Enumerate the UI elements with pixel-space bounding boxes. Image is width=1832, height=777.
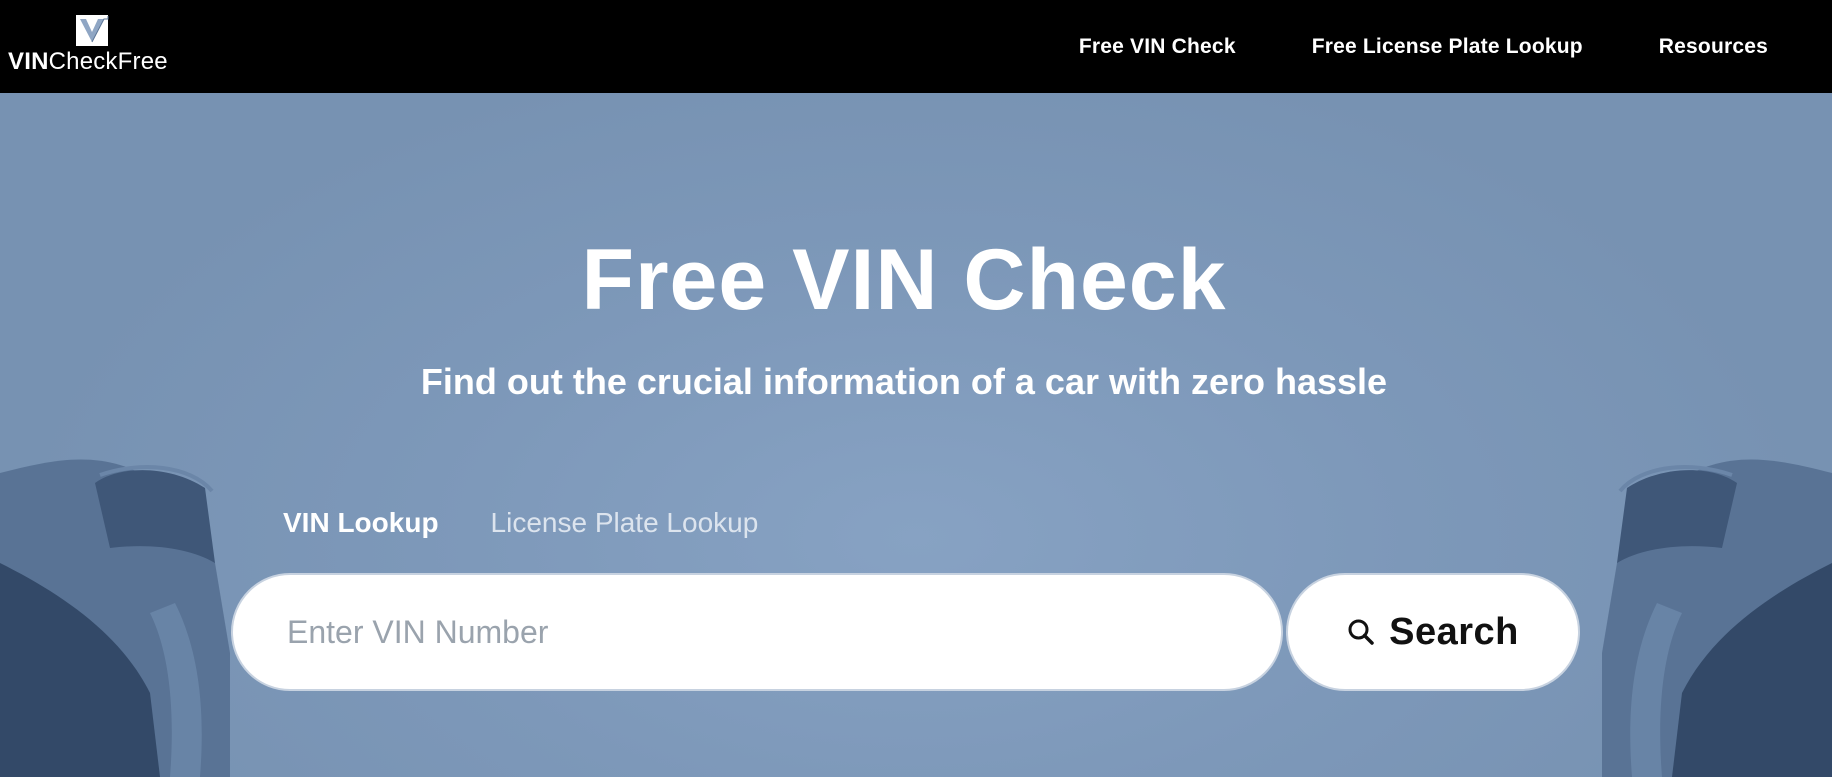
- vin-search-input[interactable]: [231, 573, 1283, 691]
- car-left-decoration-icon: [0, 459, 230, 777]
- page: VINCheckFree Free VIN Check Free License…: [0, 0, 1832, 777]
- search-button-label: Search: [1389, 610, 1519, 653]
- lookup-tabs: VIN Lookup License Plate Lookup: [283, 507, 758, 539]
- tab-vin-lookup[interactable]: VIN Lookup: [283, 507, 439, 539]
- logo-text: VINCheckFree: [8, 48, 168, 76]
- logo-text-bold: VIN: [8, 48, 49, 75]
- page-title: Free VIN Check: [581, 232, 1227, 328]
- nav-free-license-plate-lookup[interactable]: Free License Plate Lookup: [1312, 35, 1583, 59]
- site-header: VINCheckFree Free VIN Check Free License…: [0, 0, 1832, 93]
- search-button[interactable]: Search: [1286, 573, 1580, 691]
- main-nav: Free VIN Check Free License Plate Lookup…: [1079, 0, 1768, 93]
- logo-text-regular: CheckFree: [48, 48, 168, 75]
- checkmark-logo-icon: [76, 15, 109, 46]
- page-subtitle: Find out the crucial information of a ca…: [420, 361, 1388, 402]
- nav-free-vin-check[interactable]: Free VIN Check: [1079, 35, 1236, 59]
- search-icon: [1348, 619, 1374, 645]
- nav-resources[interactable]: Resources: [1659, 35, 1768, 59]
- logo[interactable]: VINCheckFree: [8, 14, 178, 78]
- hero-section: Free VIN Check Find out the crucial info…: [0, 93, 1832, 777]
- tab-license-plate-lookup[interactable]: License Plate Lookup: [491, 507, 759, 539]
- car-right-decoration-icon: [1602, 459, 1832, 777]
